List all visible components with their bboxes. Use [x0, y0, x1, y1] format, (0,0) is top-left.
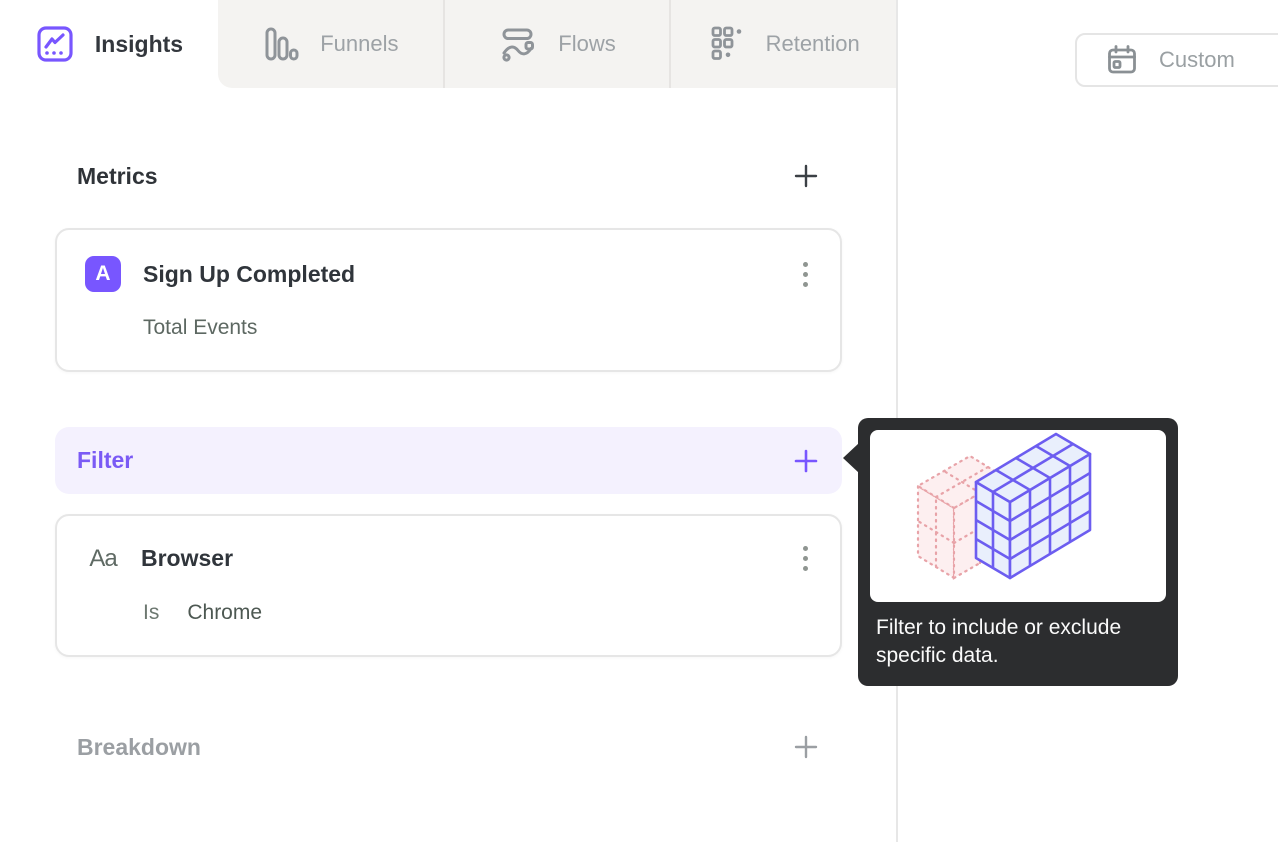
tab-flows-label: Flows: [558, 31, 616, 56]
metric-menu-button[interactable]: [799, 258, 812, 291]
filter-property-name: Browser: [141, 545, 234, 571]
filter-section-label: Filter: [77, 447, 134, 473]
analytics-app: Insights Funnels Flows Retention Metrics…: [0, 0, 1278, 842]
flow-wave-icon: [498, 24, 538, 64]
tooltip-caret: [843, 443, 859, 473]
bar-chart-icon: [262, 24, 300, 64]
tab-retention-label: Retention: [765, 31, 860, 56]
kebab-menu-icon: [803, 546, 808, 551]
tab-insights-label: Insights: [94, 30, 184, 57]
filter-operator[interactable]: Is: [143, 601, 159, 625]
metric-card[interactable]: A Sign Up Completed Total Events: [55, 228, 842, 372]
plus-icon: [792, 162, 820, 190]
filter-condition: Is Chrome: [143, 601, 812, 625]
add-filter-button[interactable]: [792, 447, 820, 475]
tab-flows[interactable]: Flows: [442, 0, 670, 88]
filter-card-header: Aa Browser: [85, 542, 812, 575]
metrics-section-title: Metrics: [77, 162, 158, 189]
add-breakdown-button[interactable]: [792, 733, 820, 761]
tab-insights[interactable]: Insights: [0, 0, 218, 88]
filter-value[interactable]: Chrome: [187, 601, 262, 625]
metrics-section-header: Metrics: [55, 156, 842, 196]
line-chart-icon: [35, 24, 75, 64]
filter-card[interactable]: Aa Browser Is Chrome: [55, 514, 842, 657]
date-range-custom-button[interactable]: Custom: [1075, 33, 1278, 87]
metric-event-name: Sign Up Completed: [143, 260, 356, 287]
dot-grid-icon: [708, 24, 746, 64]
filter-section-row: Filter: [55, 427, 842, 494]
metric-aggregation[interactable]: Total Events: [143, 316, 812, 340]
report-tabbar: Insights Funnels Flows Retention: [0, 0, 896, 88]
breakdown-section-label: Breakdown: [77, 733, 201, 760]
breakdown-section-header: Breakdown: [55, 727, 842, 767]
query-builder-panel: Insights Funnels Flows Retention Metrics…: [0, 0, 898, 842]
add-metric-button[interactable]: [792, 162, 820, 190]
tab-retention[interactable]: Retention: [669, 0, 896, 88]
metric-series-badge: A: [85, 256, 121, 292]
kebab-menu-icon: [803, 261, 808, 267]
tab-funnels-label: Funnels: [320, 31, 399, 56]
filter-help-tooltip: Filter to include or exclude specific da…: [843, 418, 1178, 686]
filter-cube-illustration: [915, 432, 1092, 580]
calendar-icon: [1105, 43, 1139, 77]
builder-content: Metrics A Sign Up Completed Total Events…: [55, 156, 842, 767]
plus-icon: [792, 447, 820, 475]
metric-card-header: A Sign Up Completed: [85, 256, 812, 292]
tooltip-illustration: [870, 430, 1166, 602]
text-property-icon: Aa: [89, 544, 117, 572]
filter-menu-button[interactable]: [799, 542, 812, 575]
tooltip-text: Filter to include or exclude specific da…: [876, 616, 1122, 667]
inactive-tabs-group: Funnels Flows Retention: [218, 0, 896, 88]
date-range-label: Custom: [1159, 47, 1235, 72]
plus-icon: [792, 733, 820, 761]
tab-funnels[interactable]: Funnels: [218, 0, 443, 88]
